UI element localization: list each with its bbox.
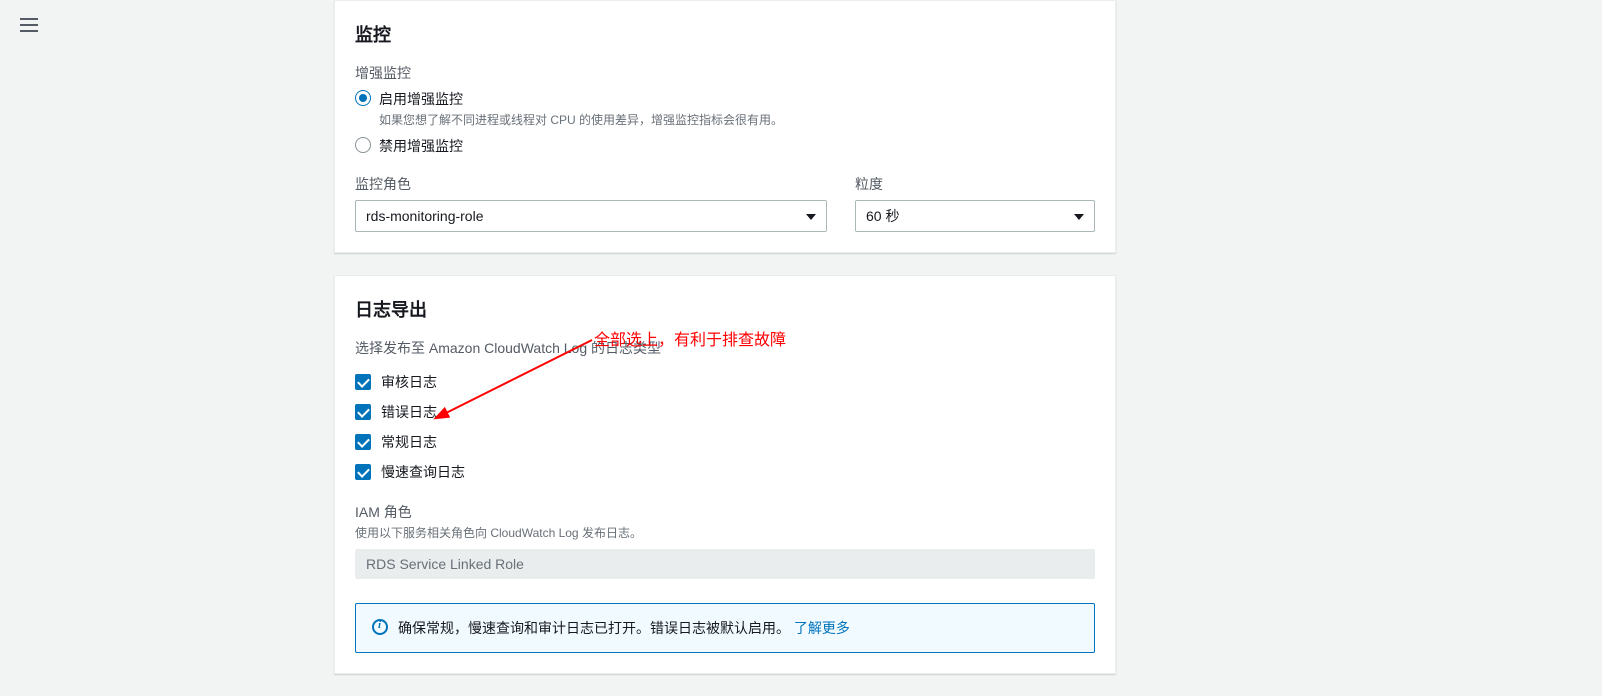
checkbox-slow-query-label: 慢速查询日志 (381, 462, 465, 482)
radio-enable-description: 如果您想了解不同进程或线程对 CPU 的使用差异，增强监控指标会很有用。 (379, 111, 783, 128)
checkbox-error-label: 错误日志 (381, 402, 437, 422)
checkbox-audit-label: 审核日志 (381, 372, 437, 392)
granularity-label: 粒度 (855, 176, 883, 192)
iam-role-label: IAM 角色 (355, 502, 1095, 522)
menu-toggle-button[interactable] (20, 18, 38, 32)
checkbox-error-log[interactable]: 错误日志 (355, 402, 1095, 422)
log-export-title: 日志导出 (355, 296, 1095, 322)
checkbox-audit-log[interactable]: 审核日志 (355, 372, 1095, 392)
monitoring-panel: 监控 增强监控 启用增强监控 如果您想了解不同进程或线程对 CPU 的使用差异，… (334, 0, 1116, 253)
checkbox-icon (355, 464, 371, 480)
info-message: 确保常规，慢速查询和审计日志已打开。错误日志被默认启用。 (398, 620, 790, 636)
iam-role-description: 使用以下服务相关角色向 CloudWatch Log 发布日志。 (355, 524, 1095, 541)
radio-disable-label: 禁用增强监控 (379, 136, 463, 156)
learn-more-link[interactable]: 了解更多 (794, 620, 850, 636)
enhanced-monitoring-label: 增强监控 (355, 63, 1095, 83)
radio-disable-enhanced[interactable]: 禁用增强监控 (355, 136, 1095, 156)
iam-role-value: RDS Service Linked Role (366, 556, 524, 572)
radio-icon (355, 90, 371, 106)
checkbox-icon (355, 434, 371, 450)
monitoring-title: 监控 (355, 21, 1095, 47)
log-export-panel: 日志导出 选择发布至 Amazon CloudWatch Log 的日志类型 审… (334, 275, 1116, 674)
checkbox-general-log[interactable]: 常规日志 (355, 432, 1095, 452)
info-alert: 确保常规，慢速查询和审计日志已打开。错误日志被默认启用。 了解更多 (355, 603, 1095, 653)
monitoring-role-value: rds-monitoring-role (366, 208, 483, 224)
checkbox-general-label: 常规日志 (381, 432, 437, 452)
monitoring-role-label: 监控角色 (355, 176, 411, 192)
checkbox-icon (355, 374, 371, 390)
radio-enable-label: 启用增强监控 (379, 89, 783, 109)
monitoring-role-select[interactable]: rds-monitoring-role (355, 200, 827, 232)
granularity-select[interactable]: 60 秒 (855, 200, 1095, 232)
radio-icon (355, 137, 371, 153)
checkbox-icon (355, 404, 371, 420)
radio-enable-enhanced[interactable]: 启用增强监控 如果您想了解不同进程或线程对 CPU 的使用差异，增强监控指标会很… (355, 89, 1095, 128)
main-content: 监控 增强监控 启用增强监控 如果您想了解不同进程或线程对 CPU 的使用差异，… (334, 0, 1116, 696)
log-export-description: 选择发布至 Amazon CloudWatch Log 的日志类型 (355, 338, 1095, 358)
iam-role-input: RDS Service Linked Role (355, 549, 1095, 579)
info-icon (372, 619, 388, 635)
granularity-value: 60 秒 (866, 206, 899, 226)
checkbox-slow-query-log[interactable]: 慢速查询日志 (355, 462, 1095, 482)
